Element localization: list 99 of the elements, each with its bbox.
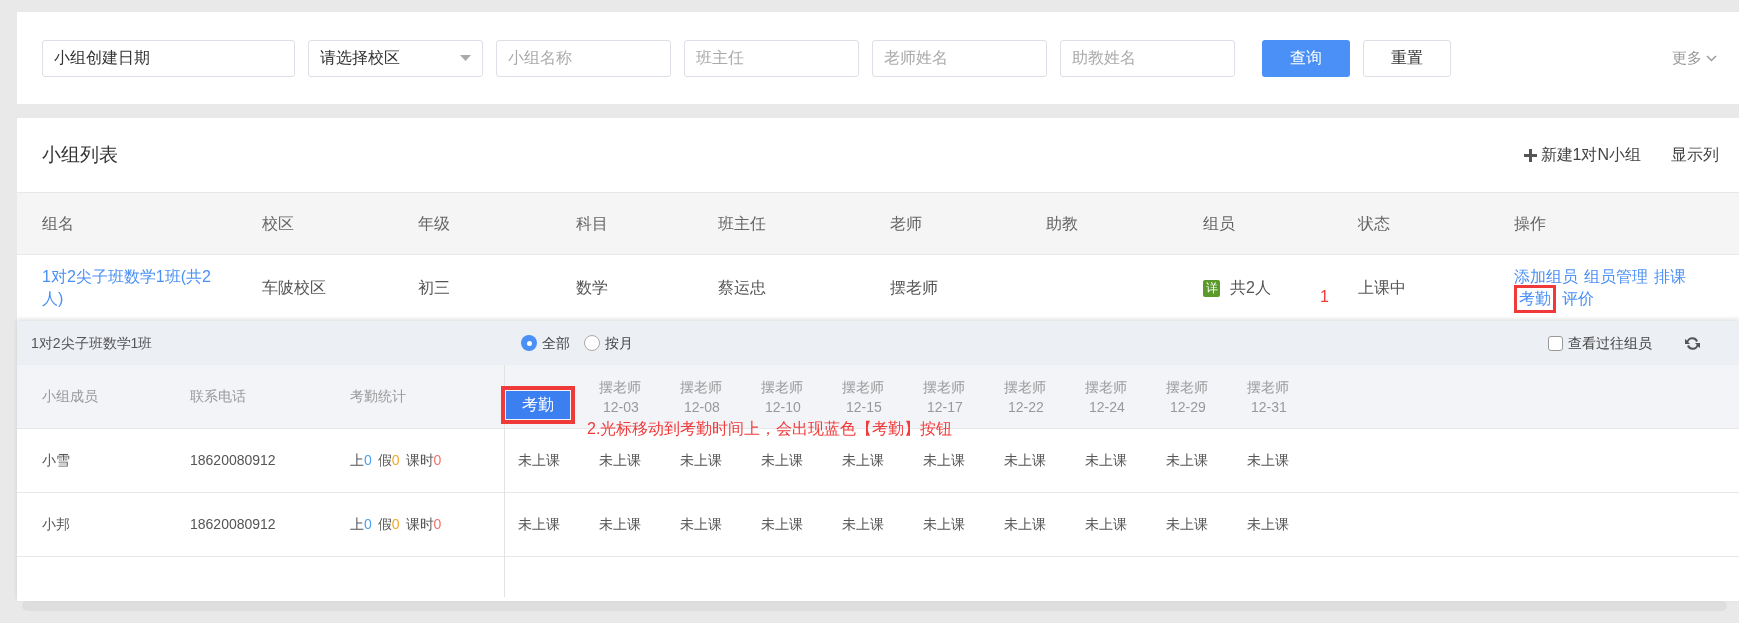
- teacher-name: 摆老师: [923, 377, 965, 397]
- new-group-button[interactable]: 新建1对N小组: [1523, 143, 1641, 167]
- table-cell-text: 摆老师: [890, 278, 939, 298]
- attendance-cell-text: 未上课: [1247, 515, 1290, 534]
- column-header: 联系电话: [190, 387, 247, 406]
- date-label: 12-31: [1250, 397, 1287, 417]
- date-label: 12-08: [683, 397, 720, 417]
- table-cell-text: 上课中: [1358, 278, 1407, 298]
- step-number: 1: [1320, 287, 1329, 307]
- scrollbar[interactable]: [22, 601, 1727, 611]
- attendance-cell-text: 未上课: [680, 515, 723, 534]
- past-members-checkbox[interactable]: 查看过往组员: [1548, 332, 1652, 354]
- hint-text: 2.光标移动到考勤时间上，会出现蓝色【考勤】按钮: [587, 419, 953, 439]
- member-name: 小雪: [42, 451, 71, 470]
- attendance-cell-text: 未上课: [1166, 515, 1209, 534]
- attendance-cell-text: 未上课: [680, 451, 723, 470]
- attendance-cell-text: 未上课: [1004, 451, 1047, 470]
- attendance-cell-text: 未上课: [842, 451, 885, 470]
- date-label: 12-17: [926, 397, 963, 417]
- attendance-cell-text: 未上课: [1247, 451, 1290, 470]
- date-label: 12-29: [1169, 397, 1206, 417]
- campus-select[interactable]: 请选择校区: [308, 39, 483, 77]
- phone-number: 18620080912: [190, 515, 277, 534]
- attendance-cell-text: 未上课: [1085, 451, 1128, 470]
- column-header: 老师: [890, 213, 923, 234]
- column-header: 状态: [1358, 213, 1391, 234]
- list-title: 小组列表: [42, 142, 118, 167]
- teacher-name: 摆老师: [1004, 377, 1046, 397]
- column-header: 班主任: [718, 213, 767, 234]
- teacher-name: 摆老师: [599, 377, 641, 397]
- teacher-name: 摆老师: [1166, 377, 1208, 397]
- action-link[interactable]: 排课: [1654, 266, 1686, 288]
- table-cell-text: 初三: [418, 278, 451, 298]
- radio-option[interactable]: 按月: [584, 332, 633, 354]
- attendance-stat: 课时0: [405, 515, 442, 534]
- attendance-cell-text: 未上课: [1085, 515, 1128, 534]
- detail-title: 1对2尖子班数学1班: [31, 333, 154, 353]
- attendance-button[interactable]: 考勤: [506, 391, 570, 419]
- table-cell-text: 共2人: [1230, 278, 1271, 298]
- columns-button[interactable]: 显示列: [1671, 143, 1719, 167]
- reset-button[interactable]: 重置: [1363, 39, 1451, 77]
- radio-option[interactable]: 全部: [521, 332, 570, 354]
- column-header: 组名: [42, 213, 75, 234]
- plus-icon: [1523, 148, 1537, 162]
- column-header: 组员: [1203, 213, 1236, 234]
- date-label: 12-22: [1007, 397, 1044, 417]
- filter-field[interactable]: 助教姓名: [1060, 39, 1235, 77]
- teacher-name: 摆老师: [842, 377, 884, 397]
- column-header: 校区: [262, 213, 295, 234]
- teacher-name: 摆老师: [1085, 377, 1127, 397]
- attendance-link[interactable]: 考勤: [1519, 290, 1551, 307]
- group-name-link[interactable]: 1对2尖子班数学1班(共2人): [42, 266, 227, 310]
- attendance-cell-text: 未上课: [1166, 451, 1209, 470]
- date-label: 12-24: [1088, 397, 1125, 417]
- date-label: 12-10: [764, 397, 801, 417]
- date-label: 12-03: [602, 397, 639, 417]
- action-link[interactable]: 评价: [1562, 288, 1594, 310]
- table-cell-text: 蔡运忠: [718, 278, 767, 298]
- caret-icon: [460, 55, 471, 61]
- detail-badge[interactable]: 详: [1203, 279, 1220, 297]
- attendance-cell-text: 未上课: [842, 515, 885, 534]
- teacher-name: 摆老师: [761, 377, 803, 397]
- attendance-stat: 课时0: [405, 451, 442, 470]
- teacher-name: 摆老师: [680, 377, 722, 397]
- search-button[interactable]: 查询: [1262, 39, 1350, 77]
- filter-field[interactable]: 小组名称: [496, 39, 671, 77]
- attendance-stat: 上0: [350, 515, 372, 534]
- action-link[interactable]: 添加组员: [1514, 266, 1578, 288]
- filter-field[interactable]: 小组创建日期: [42, 39, 295, 77]
- chevron-down-icon: [1706, 54, 1717, 62]
- attendance-stat: 假0: [377, 451, 400, 470]
- attendance-cell-text: 未上课: [518, 451, 561, 470]
- attendance-cell-text: 未上课: [761, 451, 804, 470]
- column-header: 小组成员: [42, 387, 99, 406]
- column-header: 助教: [1046, 213, 1079, 234]
- member-name: 小邦: [42, 515, 71, 534]
- column-header: 年级: [418, 213, 451, 234]
- attendance-stat: 假0: [377, 515, 400, 534]
- attendance-stat: 上0: [350, 451, 372, 470]
- attendance-cell-text: 未上课: [923, 451, 966, 470]
- filter-field[interactable]: 老师姓名: [872, 39, 1047, 77]
- table-cell-text: 数学: [576, 278, 609, 298]
- attendance-cell-text: 未上课: [599, 451, 642, 470]
- action-link[interactable]: 组员管理: [1584, 266, 1648, 288]
- column-header: 操作: [1514, 213, 1547, 234]
- attendance-cell-text: 未上课: [761, 515, 804, 534]
- refresh-icon[interactable]: [1684, 334, 1701, 352]
- attendance-cell-text: 未上课: [1004, 515, 1047, 534]
- column-header: 科目: [576, 213, 609, 234]
- filter-field[interactable]: 班主任: [684, 39, 859, 77]
- attendance-cell-text: 未上课: [923, 515, 966, 534]
- date-label: 12-15: [845, 397, 882, 417]
- table-cell-text: 车陂校区: [262, 278, 327, 298]
- column-header: 考勤统计: [350, 387, 407, 406]
- more-button[interactable]: 更多: [1672, 46, 1717, 70]
- attendance-cell-text: 未上课: [518, 515, 561, 534]
- teacher-name: 摆老师: [1247, 377, 1289, 397]
- phone-number: 18620080912: [190, 451, 277, 470]
- attendance-cell-text: 未上课: [599, 515, 642, 534]
